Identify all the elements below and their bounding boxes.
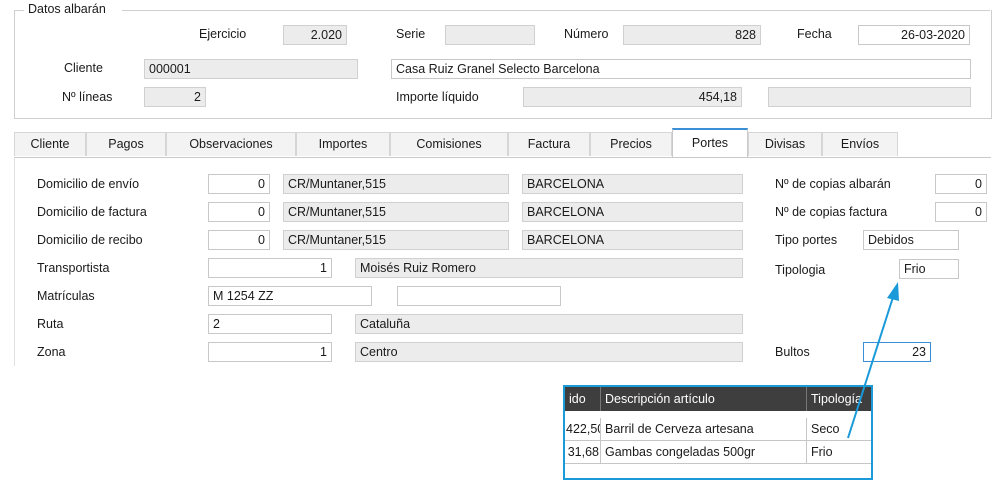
- numero-label: Número: [564, 27, 609, 41]
- lines-grid-header: ido Descripción artículo Tipología: [565, 387, 871, 411]
- matricula-field-1[interactable]: M 1254 ZZ: [208, 286, 372, 306]
- ruta-label: Ruta: [37, 317, 64, 331]
- domicilio-factura-label: Domicilio de factura: [37, 205, 147, 219]
- copias-albaran-field[interactable]: 0: [935, 174, 987, 194]
- domicilio-factura-address: CR/Muntaner,515: [283, 202, 509, 222]
- importe-liquido-label: Importe líquido: [396, 90, 479, 104]
- ruta-field[interactable]: 2: [208, 314, 332, 334]
- numero-field[interactable]: 828: [623, 25, 761, 45]
- tipologia-field[interactable]: Frio: [899, 259, 959, 279]
- tab-pagos[interactable]: Pagos: [86, 132, 166, 156]
- domicilio-recibo-label: Domicilio de recibo: [37, 233, 143, 247]
- zona-label: Zona: [37, 345, 66, 359]
- cell-tipologia[interactable]: Frio: [807, 441, 871, 463]
- cell-descripcion: Gambas congeladas 500gr: [601, 441, 807, 463]
- zona-name: Centro: [355, 342, 743, 362]
- copias-factura-field[interactable]: 0: [935, 202, 987, 222]
- tab-cliente[interactable]: Cliente: [14, 132, 86, 156]
- transportista-name: Moisés Ruiz Romero: [355, 258, 743, 278]
- lineas-label: Nº líneas: [62, 90, 113, 104]
- tab-observaciones[interactable]: Observaciones: [166, 132, 296, 156]
- cliente-name-field[interactable]: Casa Ruiz Granel Selecto Barcelona: [391, 59, 971, 79]
- cell-tipologia[interactable]: Seco: [807, 418, 871, 440]
- ejercicio-label: Ejercicio: [199, 27, 247, 41]
- domicilio-recibo-city: BARCELONA: [522, 230, 743, 250]
- cell-importe: 422,50: [565, 418, 601, 440]
- domicilio-envio-num-field[interactable]: 0: [208, 174, 270, 194]
- serie-field[interactable]: [445, 25, 535, 45]
- group-title: Datos albarán: [24, 2, 110, 16]
- lines-grid-popup: ido Descripción artículo Tipología 422,5…: [563, 385, 873, 480]
- cliente-label: Cliente: [64, 61, 103, 75]
- table-row[interactable]: 31,68 Gambas congeladas 500gr Frio: [565, 441, 871, 464]
- cliente-code-field[interactable]: 000001: [144, 59, 358, 79]
- column-header-tipologia[interactable]: Tipología: [807, 387, 871, 411]
- domicilio-envio-label: Domicilio de envío: [37, 177, 140, 191]
- domicilio-factura-city: BARCELONA: [522, 202, 743, 222]
- fecha-label: Fecha: [797, 27, 832, 41]
- column-header-importe[interactable]: ido: [565, 387, 601, 411]
- table-row[interactable]: 422,50 Barril de Cerveza artesana Seco: [565, 418, 871, 441]
- tipologia-label: Tipologia: [775, 263, 826, 277]
- ruta-name: Cataluña: [355, 314, 743, 334]
- group-frame-top-right: [122, 10, 990, 11]
- copias-albaran-label: Nº de copias albarán: [775, 177, 891, 191]
- group-frame-top-left: [14, 10, 24, 11]
- ejercicio-field[interactable]: 2.020: [283, 25, 347, 45]
- domicilio-factura-num-field[interactable]: 0: [208, 202, 270, 222]
- tipo-portes-field[interactable]: Debidos: [863, 230, 959, 250]
- tab-comisiones[interactable]: Comisiones: [390, 132, 508, 156]
- cell-importe: 31,68: [565, 441, 601, 463]
- extra-readonly-field: [768, 87, 971, 107]
- serie-label: Serie: [396, 27, 426, 41]
- domicilio-envio-address: CR/Muntaner,515: [283, 174, 509, 194]
- cell-descripcion: Barril de Cerveza artesana: [601, 418, 807, 440]
- matriculas-label: Matrículas: [37, 289, 95, 303]
- tab-factura[interactable]: Factura: [508, 132, 590, 156]
- fecha-field[interactable]: 26-03-2020: [858, 25, 970, 45]
- tab-portes[interactable]: Portes: [672, 128, 748, 158]
- tab-precios[interactable]: Precios: [590, 132, 672, 156]
- tab-envios[interactable]: Envíos: [822, 132, 898, 156]
- tab-bar: Cliente Pagos Observaciones Importes Com…: [14, 128, 990, 158]
- domicilio-recibo-address: CR/Muntaner,515: [283, 230, 509, 250]
- bultos-label: Bultos: [775, 345, 810, 359]
- column-header-descripcion[interactable]: Descripción artículo: [601, 387, 807, 411]
- tab-divisas[interactable]: Divisas: [748, 132, 822, 156]
- tab-importes[interactable]: Importes: [296, 132, 390, 156]
- importe-liquido-field[interactable]: 454,18: [523, 87, 742, 107]
- tipo-portes-label: Tipo portes: [775, 233, 838, 247]
- domicilio-envio-city: BARCELONA: [522, 174, 743, 194]
- bultos-field[interactable]: 23: [863, 342, 931, 362]
- lineas-field[interactable]: 2: [144, 87, 206, 107]
- copias-factura-label: Nº de copias factura: [775, 205, 888, 219]
- transportista-num-field[interactable]: 1: [208, 258, 332, 278]
- matricula-field-2[interactable]: [397, 286, 561, 306]
- zona-num-field[interactable]: 1: [208, 342, 332, 362]
- domicilio-recibo-num-field[interactable]: 0: [208, 230, 270, 250]
- transportista-label: Transportista: [37, 261, 110, 275]
